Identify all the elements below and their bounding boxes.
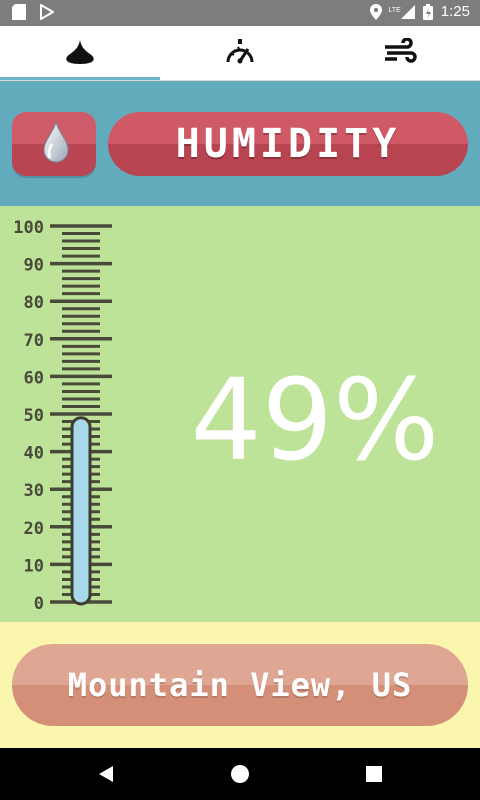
gauge-tick-label: 30 <box>24 481 44 501</box>
title-banner: HUMIDITY <box>108 112 468 176</box>
clock-time: 1:25 <box>440 3 470 20</box>
droplet-icon <box>43 121 69 163</box>
gauge-tick-label: 90 <box>24 256 44 276</box>
footer-panel: Mountain View, US <box>0 622 480 748</box>
status-bar: LTE 1:25 <box>0 0 480 26</box>
location-icon <box>370 3 383 20</box>
gauge-tick-label: 60 <box>24 368 44 388</box>
home-button[interactable] <box>210 748 270 800</box>
home-icon <box>231 765 249 783</box>
gauge-level-bar <box>70 416 92 606</box>
wind-icon <box>385 38 417 63</box>
humidity-gauge: 1009080706050403020100 <box>13 218 112 614</box>
network-type-label: LTE <box>388 6 401 14</box>
location-label: Mountain View, US <box>67 666 413 704</box>
gauge-tick-label: 80 <box>24 293 44 313</box>
recents-icon <box>366 766 382 782</box>
gauge-tick-label: 50 <box>24 406 44 426</box>
tab-indicator <box>0 77 160 80</box>
gauge-tick-label: 0 <box>34 594 44 614</box>
gauge-icon <box>226 39 254 64</box>
tab-humidity[interactable] <box>0 26 160 80</box>
recents-button[interactable] <box>344 748 404 800</box>
battery-icon <box>422 3 433 20</box>
gauge-tick-label: 100 <box>13 218 44 238</box>
gauge-tick-label: 10 <box>24 556 44 576</box>
tab-pressure[interactable] <box>160 26 320 80</box>
location-button[interactable]: Mountain View, US <box>12 644 468 726</box>
page-title: HUMIDITY <box>175 121 401 167</box>
tab-bar <box>0 26 480 81</box>
play-store-icon <box>40 4 54 20</box>
humidity-reading: 49% <box>190 356 440 486</box>
main-panel: 100 90 80 70 60 50 40 30 20 10 0 49% <box>0 206 480 622</box>
header-panel: HUMIDITY <box>0 81 480 206</box>
back-icon <box>99 766 113 782</box>
gauge-tick-label: 20 <box>24 519 44 539</box>
navigation-bar <box>0 748 480 800</box>
signal-icon <box>400 4 415 19</box>
gauge-tick-label: 70 <box>24 331 44 351</box>
gauge-tick-label: 40 <box>24 444 44 464</box>
tab-wind[interactable] <box>320 26 480 80</box>
sd-card-icon <box>12 4 26 20</box>
humidity-icon-button[interactable] <box>12 112 96 176</box>
droplet-icon <box>66 40 94 64</box>
back-button[interactable] <box>76 748 136 800</box>
